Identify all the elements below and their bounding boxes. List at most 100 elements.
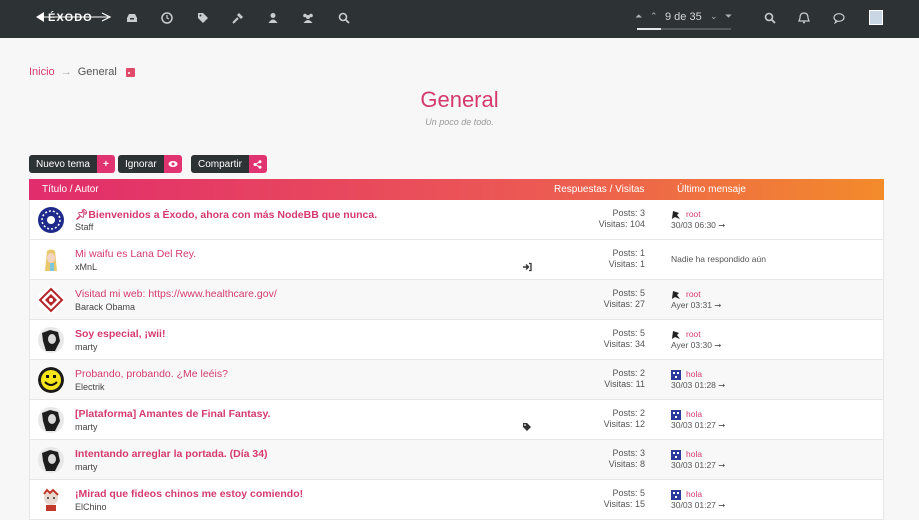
topic-row[interactable]: Visitad mi web: https://www.healthcare.g…	[29, 280, 884, 320]
last-user-avatar	[672, 330, 680, 339]
last-post[interactable]: hola 30/03 01:28 ➞	[671, 369, 725, 391]
new-topic-button[interactable]: Nuevo tema +	[29, 155, 115, 173]
hammer-icon[interactable]	[231, 11, 245, 25]
author-avatar[interactable]	[38, 367, 64, 393]
topic-stats: Posts: 2 Visitas: 11	[604, 368, 645, 389]
author-avatar[interactable]	[38, 407, 64, 433]
topic-author[interactable]: marty	[75, 422, 98, 432]
topic-row[interactable]: Intentando arreglar la portada. (Día 34)…	[29, 440, 884, 480]
breadcrumb-home[interactable]: Inicio	[29, 66, 55, 78]
topic-author[interactable]: marty	[75, 342, 98, 352]
ignore-button[interactable]: Ignorar	[118, 155, 182, 173]
author-avatar[interactable]	[38, 327, 64, 353]
breadcrumb-separator: →	[60, 66, 72, 78]
topic-title[interactable]: Probando, probando. ¿Me leéis?	[75, 368, 228, 380]
moved-icon	[523, 262, 532, 272]
site-logo[interactable]: ÉXODO	[36, 10, 112, 24]
topic-row[interactable]: Soy especial, ¡wii! marty Posts: 5 Visita…	[29, 320, 884, 360]
topic-author[interactable]: Electrik	[75, 382, 105, 392]
category-title: General	[420, 87, 499, 112]
pager-text: 9 de 35	[665, 11, 702, 23]
last-user-avatar	[672, 290, 680, 299]
topic-stats: Posts: 1 Visitas: 1	[608, 248, 645, 269]
topic-title[interactable]: Mi waifu es Lana Del Rey.	[75, 248, 196, 260]
topic-stats: Posts: 3 Visitas: 8	[608, 448, 645, 469]
tags-icon	[523, 423, 531, 431]
search-icon[interactable]	[763, 11, 777, 25]
last-post[interactable]: hola 30/03 01:27 ➞	[671, 449, 725, 471]
pin-icon: 📌︎	[75, 209, 89, 221]
eye-icon	[163, 155, 182, 173]
topic-title[interactable]: Visitad mi web: https://www.healthcare.g…	[75, 288, 277, 300]
col-title-author: Título / Autor	[42, 184, 99, 195]
topic-row[interactable]: [Plataforma] Amantes de Final Fantasy. m…	[29, 400, 884, 440]
last-user-avatar	[671, 369, 681, 380]
last-page-icon[interactable]: ⏷	[725, 11, 732, 22]
ignore-label: Ignorar	[118, 155, 164, 173]
last-user-avatar	[671, 489, 681, 500]
tags-icon[interactable]	[196, 11, 210, 25]
first-page-icon[interactable]: ⏶	[635, 11, 642, 22]
topic-stats: Posts: 5 Visitas: 27	[603, 288, 645, 309]
share-label: Compartir	[191, 155, 249, 173]
next-page-icon[interactable]: ⌄	[710, 11, 718, 22]
svg-text:ÉXODO: ÉXODO	[48, 11, 93, 24]
topic-stats: Posts: 2 Visitas: 12	[603, 408, 645, 429]
topic-stats: Posts: 5 Visitas: 15	[603, 488, 645, 509]
share-button[interactable]: Compartir	[191, 155, 267, 173]
plus-icon: +	[96, 155, 115, 173]
pager-progress	[637, 28, 731, 30]
no-reply-text: Nadie ha respondido aún	[671, 254, 766, 264]
topic-row[interactable]: Mi waifu es Lana Del Rey. xMnL Posts: 1V…	[29, 240, 884, 280]
topic-row[interactable]: ¡Mirad que fideos chinos me estoy comien…	[29, 480, 884, 520]
col-replies-views: Respuestas / Visitas	[554, 184, 645, 195]
author-avatar[interactable]	[38, 447, 64, 473]
topic-pager[interactable]: ⏶ ⌃ 9 de 35 ⌄ ⏷	[634, 8, 734, 30]
last-post[interactable]: root Ayer 03:30 ➞	[671, 329, 721, 351]
last-post[interactable]: hola 30/03 01:27 ➞	[671, 409, 725, 431]
topic-title[interactable]: [Plataforma] Amantes de Final Fantasy.	[75, 408, 270, 420]
topic-title[interactable]: 📌︎Bienvenidos a Éxodo, ahora con más Nod…	[75, 208, 377, 221]
topic-author[interactable]: xMnL	[75, 262, 97, 272]
topic-list: 📌︎Bienvenidos a Éxodo, ahora con más Nod…	[29, 200, 884, 520]
search-icon[interactable]	[337, 11, 351, 25]
last-user-avatar	[672, 210, 680, 219]
col-last-post: Último mensaje	[677, 184, 746, 195]
topic-stats: Posts: 3 Visitas: 104	[598, 208, 645, 229]
topic-stats: Posts: 5 Visitas: 34	[603, 328, 645, 349]
last-post[interactable]: root Ayer 03:31 ➞	[671, 289, 721, 311]
author-avatar[interactable]	[38, 207, 64, 233]
last-user-avatar	[671, 449, 681, 460]
clock-icon[interactable]	[160, 11, 174, 25]
topic-title[interactable]: ¡Mirad que fideos chinos me estoy comien…	[75, 488, 303, 500]
topic-author[interactable]: ElChino	[75, 502, 107, 512]
category-subtitle: Un poco de todo.	[425, 117, 494, 127]
topic-author[interactable]: Barack Obama	[75, 302, 135, 312]
topic-row[interactable]: 📌︎Bienvenidos a Éxodo, ahora con más Nod…	[29, 200, 884, 240]
share-icon	[248, 155, 267, 173]
new-topic-label: Nuevo tema	[29, 155, 97, 173]
last-user-avatar	[671, 409, 681, 420]
user-icon[interactable]	[266, 11, 280, 25]
rss-icon[interactable]	[125, 67, 135, 77]
last-post[interactable]: hola 30/03 01:27 ➞	[671, 489, 725, 511]
group-icon[interactable]	[301, 11, 315, 25]
user-avatar[interactable]	[869, 10, 883, 25]
inbox-icon[interactable]	[125, 11, 139, 25]
topic-title[interactable]: Intentando arreglar la portada. (Día 34)	[75, 448, 268, 460]
author-avatar[interactable]	[38, 247, 64, 273]
prev-page-icon[interactable]: ⌃	[650, 11, 658, 22]
top-navbar: ÉXODO ⏶ ⌃ 9 de 35 ⌄ ⏷	[0, 0, 919, 38]
topic-list-header: Título / Autor Respuestas / Visitas Últi…	[29, 179, 884, 200]
author-avatar[interactable]	[38, 287, 64, 313]
topic-author[interactable]: marty	[75, 462, 98, 472]
topic-title[interactable]: Soy especial, ¡wii!	[75, 328, 165, 340]
topic-author[interactable]: Staff	[75, 222, 93, 232]
breadcrumb: Inicio → General	[29, 66, 135, 78]
last-post[interactable]: root 30/03 06:30 ➞	[671, 209, 725, 231]
chat-icon[interactable]	[832, 11, 846, 25]
topic-row[interactable]: Probando, probando. ¿Me leéis? Electrik …	[29, 360, 884, 400]
logo-arrow-icon: ÉXODO	[36, 11, 112, 24]
bell-icon[interactable]	[797, 11, 811, 25]
author-avatar[interactable]	[38, 487, 64, 513]
